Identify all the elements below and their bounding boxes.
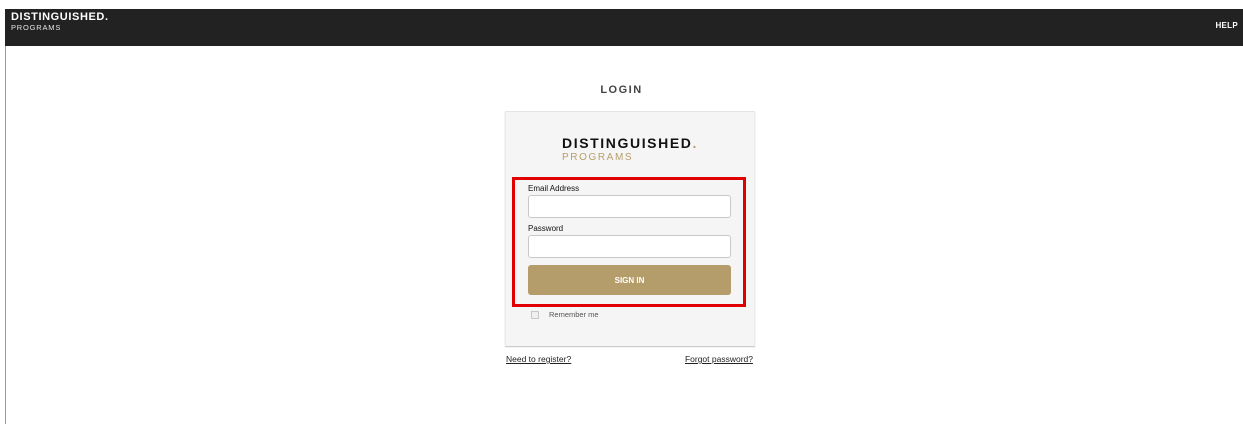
checkbox-unchecked-icon[interactable] [531,310,539,319]
left-divider [5,46,6,424]
forgot-password-link[interactable]: Forgot password? [685,354,753,364]
card-brand-logo: DISTINGUISHED. PROGRAMS [506,136,754,163]
card-brand-subtitle: PROGRAMS [562,152,634,163]
page-title: LOGIN [600,84,643,96]
remember-me-row[interactable]: Remember me [531,310,599,319]
header-brand-logo[interactable]: DISTINGUISHED. PROGRAMS [11,12,109,32]
top-strip [0,0,1243,9]
highlight-annotation-box [512,177,746,307]
header-brand-name: DISTINGUISHED. [11,11,109,23]
help-link[interactable]: HELP [1215,21,1238,30]
card-brand-name: DISTINGUISHED. [562,135,698,151]
register-link[interactable]: Need to register? [506,354,571,364]
top-header-bar: DISTINGUISHED. PROGRAMS HELP [5,9,1243,46]
remember-me-label: Remember me [549,310,599,319]
page: DISTINGUISHED. PROGRAMS HELP LOGIN DISTI… [0,0,1243,424]
header-brand-subtitle: PROGRAMS [11,23,62,32]
